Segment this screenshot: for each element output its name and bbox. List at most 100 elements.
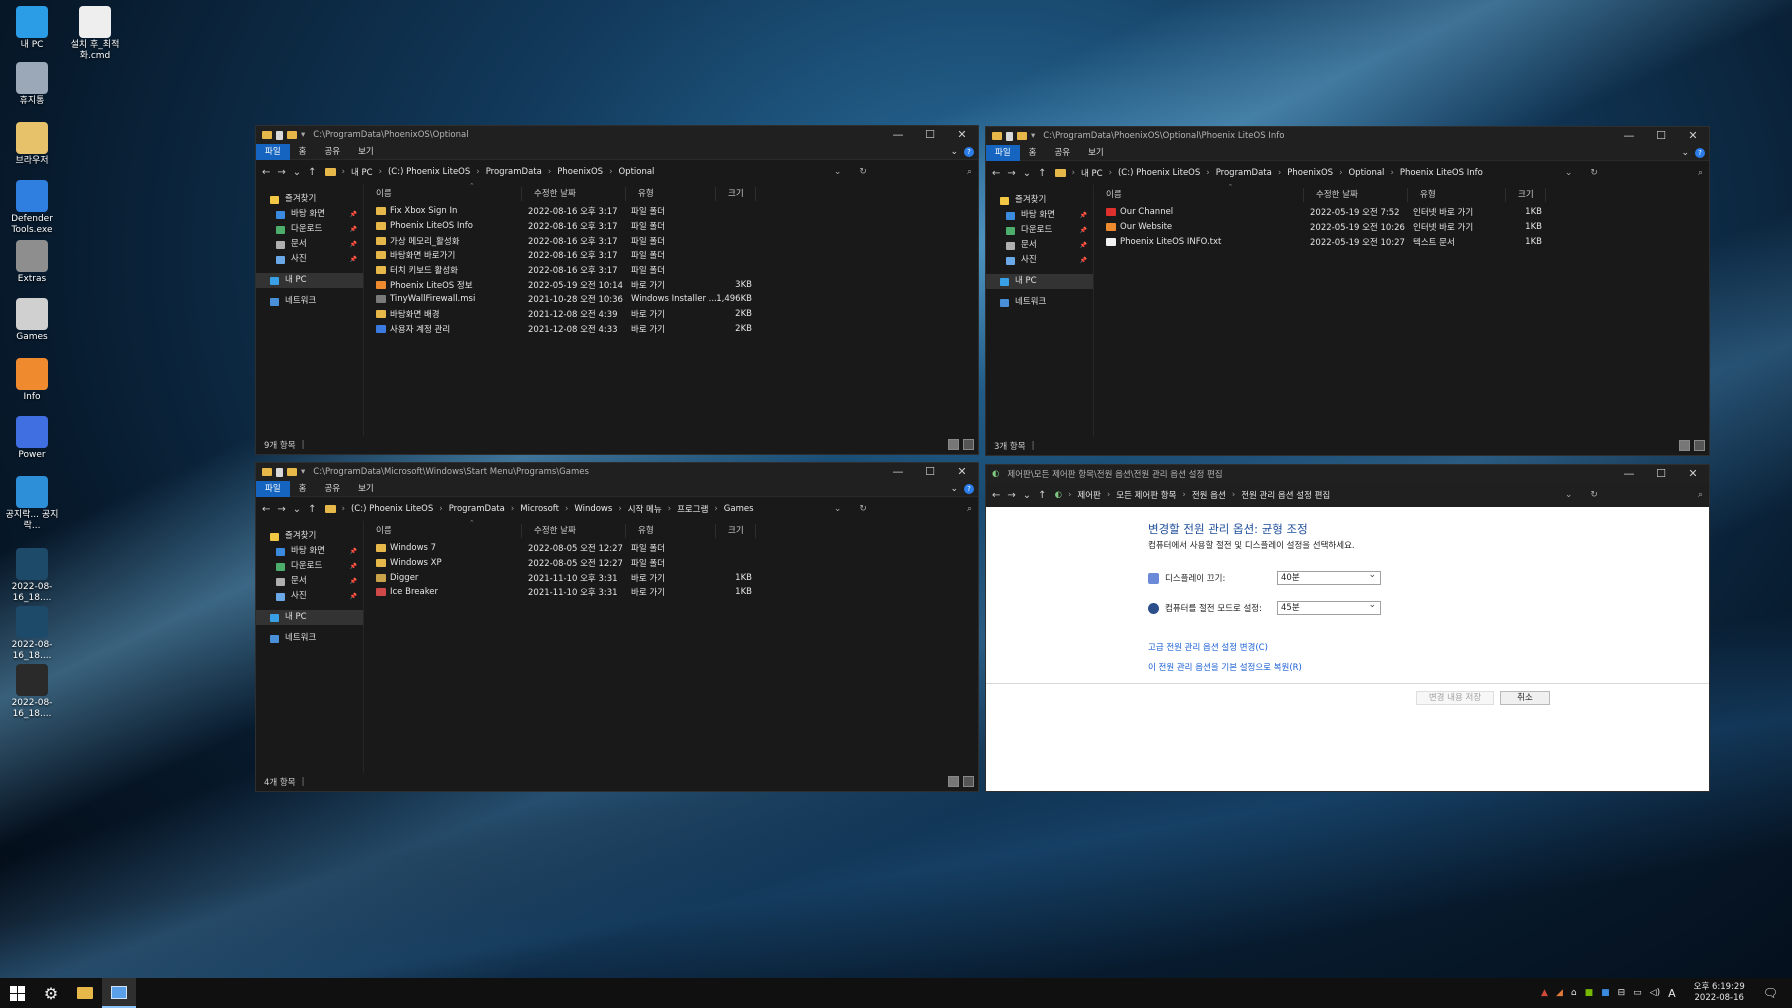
file-row[interactable]: Our Website 2022-05-19 오전 10:26 인터넷 바로 가기 1… — [1094, 220, 1709, 235]
close-button[interactable]: ✕ — [1677, 127, 1709, 145]
chevron-right-icon[interactable]: › — [618, 504, 621, 514]
sidebar-downloads-item[interactable]: 다운로드 📌 — [256, 222, 363, 237]
sidebar-documents-item[interactable]: 문서 📌 — [256, 574, 363, 589]
sidebar-this-pc-item[interactable]: 내 PC — [256, 273, 363, 288]
breadcrumb-item[interactable]: 전원 옵션 — [1192, 489, 1226, 501]
sidebar-downloads-item[interactable]: 다운로드 📌 — [986, 223, 1093, 238]
chevron-right-icon[interactable]: › — [1072, 168, 1075, 178]
sidebar-pictures-item[interactable]: 사진 📌 — [256, 589, 363, 604]
large-icons-view-icon[interactable] — [1694, 440, 1705, 451]
properties-icon[interactable] — [276, 130, 283, 140]
save-changes-button[interactable]: 변경 내용 저장 — [1416, 691, 1494, 705]
sidebar-desktop-item[interactable]: 바탕 화면 📌 — [256, 544, 363, 559]
breadcrumb-item[interactable]: (C:) Phoenix LiteOS — [1118, 168, 1200, 178]
back-icon[interactable]: ← — [992, 490, 1000, 501]
column-header-size[interactable]: 크기 — [1506, 188, 1546, 202]
file-row[interactable]: 터치 키보드 활성화 2022-08-16 오후 3:17 파일 폴더 — [364, 263, 978, 278]
properties-icon[interactable] — [276, 467, 283, 477]
help-icon[interactable]: ? — [964, 483, 974, 494]
tab-home[interactable]: 홈 — [1020, 145, 1046, 161]
chevron-right-icon[interactable]: › — [548, 167, 551, 177]
chevron-right-icon[interactable]: › — [1206, 168, 1209, 178]
sidebar-desktop-item[interactable]: 바탕 화면 📌 — [986, 208, 1093, 223]
maximize-button[interactable]: ☐ — [914, 126, 946, 144]
network-icon[interactable]: ▭ — [1633, 988, 1642, 998]
chevron-right-icon[interactable]: › — [1278, 168, 1281, 178]
file-row[interactable]: 바탕화면 바로가기 2022-08-16 오후 3:17 파일 폴더 — [364, 248, 978, 263]
app-tray-icon[interactable]: ◢ — [1556, 988, 1563, 998]
minimize-button[interactable]: — — [882, 126, 914, 144]
file-row[interactable]: Digger 2021-11-10 오후 3:31 바로 가기 1KB — [364, 570, 978, 585]
tab-file[interactable]: 파일 — [256, 143, 290, 160]
file-row[interactable]: 사용자 계정 관리 2021-12-08 오전 4:33 바로 가기 2KB — [364, 322, 978, 337]
display-off-select[interactable]: 40분 — [1277, 569, 1381, 585]
chevron-right-icon[interactable]: › — [1339, 168, 1342, 178]
new-folder-icon[interactable] — [1017, 132, 1027, 140]
explorer-window-optional[interactable]: ▾ C:\ProgramData\PhoenixOS\Optional — ☐ ✕ … — [255, 125, 979, 455]
file-row[interactable]: 바탕화면 배경 2021-12-08 오전 4:39 바로 가기 2KB — [364, 307, 978, 322]
file-row[interactable]: Phoenix LiteOS 정보 2022-05-19 오전 10:14 바로 가… — [364, 277, 978, 292]
expand-ribbon-icon[interactable]: ⌄ — [950, 147, 958, 157]
minimize-button[interactable]: — — [882, 463, 914, 481]
forward-icon[interactable]: → — [277, 167, 285, 178]
refresh-icon[interactable]: ↻ — [1590, 490, 1598, 500]
title-bar[interactable]: ▾ C:\ProgramData\Microsoft\Windows\Start… — [256, 463, 978, 481]
breadcrumb-item[interactable]: Windows — [574, 504, 612, 514]
tab-view[interactable]: 보기 — [349, 481, 383, 497]
tab-file[interactable]: 파일 — [986, 144, 1020, 161]
title-bar[interactable]: ▾ C:\ProgramData\PhoenixOS\Optional — ☐ ✕ — [256, 126, 978, 144]
explorer-window-info[interactable]: ▾ C:\ProgramData\PhoenixOS\Optional\Phoe… — [985, 126, 1710, 456]
close-button[interactable]: ✕ — [946, 126, 978, 144]
breadcrumb-item[interactable]: (C:) Phoenix LiteOS — [388, 167, 470, 177]
sidebar-quick-access-item[interactable]: 즐겨찾기 — [256, 192, 363, 207]
breadcrumb-item[interactable]: ProgramData — [486, 167, 542, 177]
sidebar-pictures-item[interactable]: 사진 📌 — [256, 252, 363, 267]
column-header-name[interactable]: 이름 — [364, 524, 522, 538]
search-icon[interactable]: ⌕ — [967, 167, 972, 177]
column-header-size[interactable]: 크기 — [716, 187, 756, 201]
column-header-name[interactable]: 이름 — [1094, 188, 1304, 202]
column-header-type[interactable]: 유형 — [626, 187, 716, 201]
chevron-right-icon[interactable]: › — [668, 504, 671, 514]
optimize-cmd-desktop-icon[interactable]: 설치 후_최적화.cmd — [63, 6, 127, 62]
breadcrumb-item[interactable]: ProgramData — [449, 504, 505, 514]
breadcrumb-item[interactable]: 내 PC — [1081, 167, 1103, 179]
back-icon[interactable]: ← — [262, 504, 270, 515]
sidebar-pictures-item[interactable]: 사진 📌 — [986, 253, 1093, 268]
sidebar-quick-access-item[interactable]: 즐겨찾기 — [256, 529, 363, 544]
chevron-right-icon[interactable]: › — [1390, 168, 1393, 178]
breadcrumb-item[interactable]: 전원 관리 옵션 설정 편집 — [1241, 489, 1330, 501]
tab-share[interactable]: 공유 — [315, 481, 349, 497]
file-row[interactable]: TinyWallFirewall.msi 2021-10-28 오전 10:36 W… — [364, 292, 978, 307]
file-row[interactable]: Fix Xbox Sign In 2022-08-16 오후 3:17 파일 폴더 — [364, 204, 978, 219]
breadcrumb-item[interactable]: 시작 메뉴 — [628, 503, 662, 515]
column-header-name[interactable]: 이름 — [364, 187, 522, 201]
file-row[interactable]: Windows XP 2022-08-05 오전 12:27 파일 폴더 — [364, 556, 978, 571]
screenshot-desktop-icon[interactable]: 2022-08-16_18.... — [0, 606, 64, 662]
help-icon[interactable]: ? — [964, 146, 974, 157]
recent-dropdown-icon[interactable]: ⌄ — [293, 504, 301, 515]
recent-dropdown-icon[interactable]: ⌄ — [1023, 168, 1031, 179]
chevron-right-icon[interactable]: › — [1107, 490, 1110, 500]
title-bar[interactable]: ◐ 제어판\모든 제어판 항목\전원 옵션\전원 관리 옵션 설정 편집 — ☐ ✕ — [986, 465, 1709, 483]
nvidia-icon[interactable]: ■ — [1585, 988, 1594, 998]
chevron-right-icon[interactable]: › — [379, 167, 382, 177]
chevron-right-icon[interactable]: › — [342, 504, 345, 514]
sidebar-desktop-item[interactable]: 바탕 화면 📌 — [256, 207, 363, 222]
new-folder-icon[interactable] — [287, 131, 297, 139]
settings-taskbar-button[interactable]: ⚙ — [34, 978, 68, 1008]
advanced-settings-link[interactable]: 고급 전원 관리 옵션 설정 변경(C) — [1148, 641, 1268, 653]
column-header-date[interactable]: 수정한 날짜 — [522, 524, 626, 538]
new-folder-icon[interactable] — [287, 468, 297, 476]
minimize-button[interactable]: — — [1613, 465, 1645, 483]
maximize-button[interactable]: ☐ — [914, 463, 946, 481]
usb-icon[interactable]: ⊟ — [1618, 988, 1626, 998]
sidebar-network-item[interactable]: 네트워크 — [256, 294, 363, 309]
volume-icon[interactable]: ◁) — [1650, 988, 1660, 998]
file-row[interactable]: Ice Breaker 2021-11-10 오후 3:31 바로 가기 1KB — [364, 585, 978, 600]
control-panel-window[interactable]: ◐ 제어판\모든 제어판 항목\전원 옵션\전원 관리 옵션 설정 편집 — ☐ ✕… — [985, 464, 1710, 792]
sidebar-downloads-item[interactable]: 다운로드 📌 — [256, 559, 363, 574]
chevron-right-icon[interactable]: › — [1068, 490, 1071, 500]
chevron-right-icon[interactable]: › — [476, 167, 479, 177]
input-method-indicator[interactable]: A — [1668, 987, 1676, 1000]
